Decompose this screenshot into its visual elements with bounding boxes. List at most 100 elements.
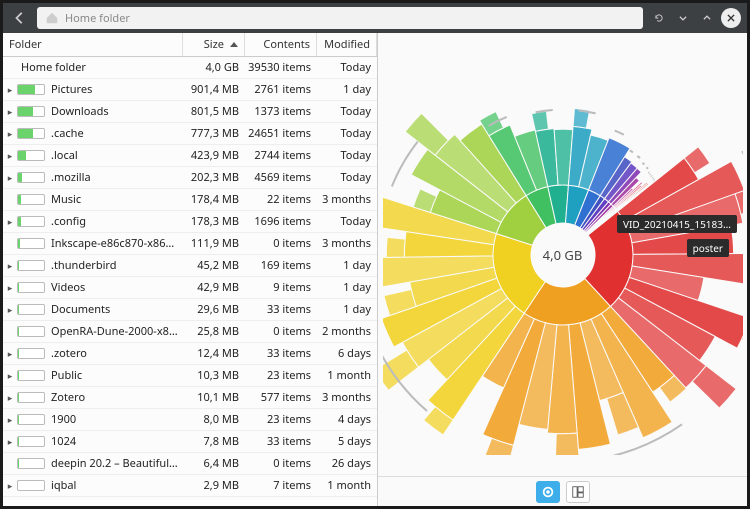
- folder-name: deepin 20.2 – Beautiful a...: [51, 456, 183, 471]
- table-row[interactable]: ▸.thunderbird45,2 MB169 items1 day: [3, 255, 377, 277]
- table-row[interactable]: Inkscape-e86c870-x86_6...111,9 MB0 items…: [3, 233, 377, 255]
- folder-contents: 33 items: [245, 302, 317, 317]
- table-row[interactable]: ▸iqbal2,9 MB7 items1 month: [3, 475, 377, 497]
- folder-name: Videos: [51, 280, 183, 295]
- table-row[interactable]: OpenRA-Dune-2000-x86_...25,8 MB0 items2 …: [3, 321, 377, 343]
- folder-size: 12,4 MB: [183, 346, 245, 361]
- folder-size: 178,3 MB: [183, 214, 245, 229]
- folder-size: 25,8 MB: [183, 324, 245, 339]
- folder-modified: 1 day: [317, 82, 377, 97]
- folder-modified: 4 days: [317, 412, 377, 427]
- column-contents[interactable]: Contents: [245, 33, 317, 56]
- folder-modified: 5 days: [317, 434, 377, 449]
- expander-icon[interactable]: ▸: [3, 413, 17, 426]
- table-row[interactable]: ▸.local423,9 MB2744 itemsToday: [3, 145, 377, 167]
- table-row[interactable]: deepin 20.2 – Beautiful a...6,4 MB0 item…: [3, 453, 377, 475]
- table-row[interactable]: ▸Public10,3 MB23 items1 month: [3, 365, 377, 387]
- size-bar: [17, 238, 45, 249]
- column-modified[interactable]: Modified: [317, 33, 377, 56]
- size-bar: [17, 436, 45, 447]
- column-size[interactable]: Size: [183, 33, 245, 56]
- folder-size: 42,9 MB: [183, 280, 245, 295]
- expander-icon[interactable]: ▸: [3, 303, 17, 316]
- folder-modified: 26 days: [317, 456, 377, 471]
- table-row[interactable]: ▸Downloads801,5 MB1373 itemsToday: [3, 101, 377, 123]
- folder-size: 777,3 MB: [183, 126, 245, 141]
- table-row[interactable]: ▸Videos42,9 MB9 items1 day: [3, 277, 377, 299]
- folder-contents: 4569 items: [245, 170, 317, 185]
- table-rows: Home folder 4,0 GB 39530 items Today ▸Pi…: [3, 57, 377, 506]
- view-treemap-button[interactable]: [566, 481, 590, 503]
- sort-indicator-icon: [230, 42, 238, 47]
- expander-icon[interactable]: ▸: [3, 105, 17, 118]
- folder-contents: 577 items: [245, 390, 317, 405]
- expander-icon[interactable]: ▸: [3, 281, 17, 294]
- close-button[interactable]: [721, 8, 741, 28]
- folder-modified: Today: [317, 214, 377, 229]
- table-row[interactable]: ▸Documents29,6 MB33 items1 day: [3, 299, 377, 321]
- expander-icon[interactable]: ▸: [3, 83, 17, 96]
- table-row[interactable]: ▸ 19008,0 MB23 items4 days: [3, 409, 377, 431]
- folder-size: 202,3 MB: [183, 170, 245, 185]
- table-row[interactable]: ▸.zotero12,4 MB33 items6 days: [3, 343, 377, 365]
- column-folder[interactable]: Folder: [3, 33, 183, 56]
- folder-contents: 23 items: [245, 412, 317, 427]
- folder-modified: Today: [317, 148, 377, 163]
- minimize-button[interactable]: [673, 8, 693, 28]
- folder-modified: 6 days: [317, 346, 377, 361]
- table-row[interactable]: ▸Zotero10,1 MB577 items3 months: [3, 387, 377, 409]
- table-row-root[interactable]: Home folder 4,0 GB 39530 items Today: [3, 57, 377, 79]
- folder-name: 1900: [51, 412, 183, 427]
- table-row[interactable]: ▸10247,8 MB33 items5 days: [3, 431, 377, 453]
- chart-center-label: 4,0 GB: [543, 246, 583, 264]
- location-bar[interactable]: Home folder: [37, 7, 643, 29]
- back-button[interactable]: [9, 7, 31, 29]
- folder-contents: 1373 items: [245, 104, 317, 119]
- size-bar: [17, 84, 45, 95]
- expander-icon[interactable]: ▸: [3, 127, 17, 140]
- folder-size: 6,4 MB: [183, 456, 245, 471]
- folder-contents: 33 items: [245, 434, 317, 449]
- expander-icon[interactable]: ▸: [3, 149, 17, 162]
- expander-icon[interactable]: ▸: [3, 391, 17, 404]
- expander-icon[interactable]: ▸: [3, 369, 17, 382]
- folder-size: 178,4 MB: [183, 192, 245, 207]
- folder-size: 10,3 MB: [183, 368, 245, 383]
- table-row[interactable]: ▸.cache777,3 MB24651 itemsToday: [3, 123, 377, 145]
- folder-contents: 7 items: [245, 478, 317, 493]
- app-window: Home folder Folder Size Contents: [0, 0, 750, 509]
- table-row[interactable]: ▸.config178,3 MB1696 itemsToday: [3, 211, 377, 233]
- folder-modified: 3 months: [317, 390, 377, 405]
- table-row[interactable]: ▸.mozilla202,3 MB4569 itemsToday: [3, 167, 377, 189]
- view-rings-button[interactable]: [536, 481, 560, 503]
- sunburst-chart[interactable]: 4,0 GB VID_20210415_15183... poster: [378, 33, 747, 476]
- rescan-button[interactable]: [649, 8, 669, 28]
- tooltip-segment: VID_20210415_15183...: [617, 215, 737, 233]
- expander-icon[interactable]: ▸: [3, 479, 17, 492]
- folder-contents: 33 items: [245, 346, 317, 361]
- table-row[interactable]: ▸Pictures901,4 MB2761 items1 day: [3, 79, 377, 101]
- folder-modified: Today: [317, 60, 377, 75]
- expander-icon[interactable]: ▸: [3, 347, 17, 360]
- chevron-up-icon: [702, 13, 712, 23]
- folder-name: .mozilla: [51, 170, 183, 185]
- folder-size: 8,0 MB: [183, 412, 245, 427]
- folder-contents: 0 items: [245, 324, 317, 339]
- expander-icon[interactable]: ▸: [3, 171, 17, 184]
- folder-name: Public: [51, 368, 183, 383]
- size-bar: [17, 172, 45, 183]
- folder-contents: 169 items: [245, 258, 317, 273]
- maximize-button[interactable]: [697, 8, 717, 28]
- folder-modified: 2 months: [317, 324, 377, 339]
- folder-modified: 1 day: [317, 258, 377, 273]
- refresh-icon: [654, 13, 664, 23]
- expander-icon[interactable]: ▸: [3, 215, 17, 228]
- expander-icon[interactable]: ▸: [3, 259, 17, 272]
- size-bar: [17, 480, 45, 491]
- table-row[interactable]: Music178,4 MB22 items3 months: [3, 189, 377, 211]
- expander-icon[interactable]: ▸: [3, 435, 17, 448]
- treemap-icon: [571, 485, 585, 499]
- folder-size: 45,2 MB: [183, 258, 245, 273]
- home-icon: [45, 11, 59, 25]
- size-bar: [17, 194, 45, 205]
